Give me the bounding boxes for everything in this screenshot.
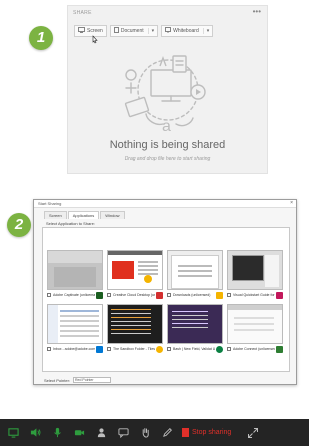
app-caption: Downloads (unlicensed) <box>167 290 223 300</box>
adobe-connect-icon <box>276 345 283 353</box>
application-thumbnails: Adobe Captivate (unlicensed) Creative Cl… <box>47 250 283 354</box>
app-checkbox[interactable] <box>167 347 171 351</box>
app-label: Creative Cloud Desktop (unlicensed) <box>113 293 155 297</box>
app-checkbox[interactable] <box>227 293 231 297</box>
step-1-badge: 1 <box>29 26 53 50</box>
app-thumbnail[interactable]: Inbox - adobe@adobe.com <box>47 304 103 354</box>
tab-screen[interactable]: Screen <box>44 211 67 219</box>
creative-cloud-icon <box>156 291 163 299</box>
app-checkbox[interactable] <box>107 293 111 297</box>
document-dropdown-chevron-icon[interactable]: ▾ <box>147 28 154 34</box>
whiteboard-icon <box>165 27 172 35</box>
app-caption: Inbox - adobe@adobe.com <box>47 344 103 354</box>
whiteboard-dropdown-chevron-icon[interactable]: ▾ <box>202 28 209 34</box>
step-2-badge: 2 <box>7 213 31 237</box>
pod-menu-icon[interactable]: ••• <box>253 7 261 16</box>
app-checkbox[interactable] <box>107 347 111 351</box>
app-preview <box>227 304 283 344</box>
folder-icon <box>156 345 163 353</box>
app-label: Downloads (unlicensed) <box>173 293 211 297</box>
app-label: Visual Quickstart Guide for FrameMaker <box>233 293 275 297</box>
select-application-label: Select Application to Share: <box>46 221 95 226</box>
speaker-icon[interactable] <box>26 424 44 442</box>
app-thumbnail[interactable]: Adobe Captivate (unlicensed) <box>47 250 103 300</box>
app-thumbnail[interactable]: Adobe Connect (unlicensed) <box>227 304 283 354</box>
pointer-select-label: Select Pointer: <box>44 377 71 383</box>
share-pod: SHARE ••• Screen Document ▾ Whiteboard ▾ <box>67 5 268 174</box>
dialog-tabs: Screen Applications Window <box>44 211 126 219</box>
empty-state-title: Nothing is being shared <box>109 139 226 151</box>
dialog-title: Start Sharing <box>38 201 62 206</box>
app-caption: Adobe Captivate (unlicensed) <box>47 290 103 300</box>
app-label: Inbox - adobe@adobe.com <box>53 347 95 351</box>
share-whiteboard-button[interactable]: Whiteboard ▾ <box>161 25 214 37</box>
share-document-button[interactable]: Document ▾ <box>109 25 159 37</box>
app-checkbox[interactable] <box>227 347 231 351</box>
app-preview <box>47 304 103 344</box>
stop-sharing-button[interactable]: Stop sharing <box>182 428 231 437</box>
app-thumbnail[interactable]: Visual Quickstart Guide for FrameMaker <box>227 250 283 300</box>
microphone-icon[interactable] <box>48 424 66 442</box>
app-preview <box>167 304 223 344</box>
pointer-select[interactable]: Red Pointer <box>73 377 112 383</box>
app-preview <box>107 304 163 344</box>
app-caption: Bash | New Field, Validat Up... <box>167 344 223 354</box>
application-list: Adobe Captivate (unlicensed) Creative Cl… <box>42 227 290 372</box>
folder-icon <box>216 291 223 299</box>
pointer-select-row: Select Pointer: Red Pointer <box>44 377 112 383</box>
attendees-icon[interactable] <box>92 424 110 442</box>
app-thumbnail[interactable]: The Sandbox Folder - Tilesh <box>107 304 163 354</box>
app-preview <box>227 250 283 290</box>
share-screen-label: Screen <box>87 28 103 34</box>
share-screen-icon[interactable] <box>4 424 22 442</box>
app-preview <box>107 250 163 290</box>
dialog-titlebar: Start Sharing × <box>34 200 296 208</box>
close-icon[interactable]: × <box>290 200 293 206</box>
app-label: Adobe Captivate (unlicensed) <box>53 293 95 297</box>
stop-sharing-label: Stop sharing <box>192 429 232 436</box>
app-label: The Sandbox Folder - Tilesh <box>113 347 155 351</box>
framemaker-icon <box>276 291 283 299</box>
share-pod-title: SHARE <box>73 10 92 16</box>
empty-state-subtitle: Drag and drop file here to start sharing <box>124 156 211 162</box>
app-checkbox[interactable] <box>47 293 51 297</box>
app-preview <box>47 250 103 290</box>
document-icon <box>113 27 119 35</box>
pen-icon[interactable] <box>158 424 176 442</box>
share-document-label: Document <box>120 28 144 34</box>
app-caption: Creative Cloud Desktop (unlicensed) <box>107 290 163 300</box>
captivate-icon <box>96 291 103 299</box>
mouse-cursor-icon <box>92 35 98 44</box>
stop-icon <box>182 428 189 437</box>
camera-icon[interactable] <box>70 424 88 442</box>
app-thumbnail[interactable]: Bash | New Field, Validat Up... <box>167 304 223 354</box>
app-checkbox[interactable] <box>47 347 51 351</box>
share-whiteboard-label: Whiteboard <box>173 28 199 34</box>
meeting-toolbar: Stop sharing <box>0 419 309 446</box>
outlook-icon <box>96 345 103 353</box>
app-preview <box>167 250 223 290</box>
tab-window[interactable]: Window <box>100 211 125 219</box>
monitor-icon <box>78 27 85 35</box>
app-caption: Visual Quickstart Guide for FrameMaker <box>227 290 283 300</box>
chat-icon[interactable] <box>114 424 132 442</box>
chrome-icon <box>216 345 223 353</box>
start-sharing-dialog: Start Sharing × Screen Applications Wind… <box>33 199 297 385</box>
app-label: Adobe Connect (unlicensed) <box>233 347 275 351</box>
app-label: Bash | New Field, Validat Up... <box>173 347 215 351</box>
expand-icon[interactable] <box>247 427 259 439</box>
raise-hand-icon[interactable] <box>136 424 154 442</box>
svg-text:a: a <box>162 118 171 135</box>
nothing-shared-illustration: a <box>124 55 206 135</box>
app-caption: Adobe Connect (unlicensed) <box>227 344 283 354</box>
app-checkbox[interactable] <box>167 293 171 297</box>
app-thumbnail[interactable]: Downloads (unlicensed) <box>167 250 223 300</box>
app-caption: The Sandbox Folder - Tilesh <box>107 344 163 354</box>
tab-applications[interactable]: Applications <box>67 211 100 219</box>
app-thumbnail[interactable]: Creative Cloud Desktop (unlicensed) <box>107 250 163 300</box>
